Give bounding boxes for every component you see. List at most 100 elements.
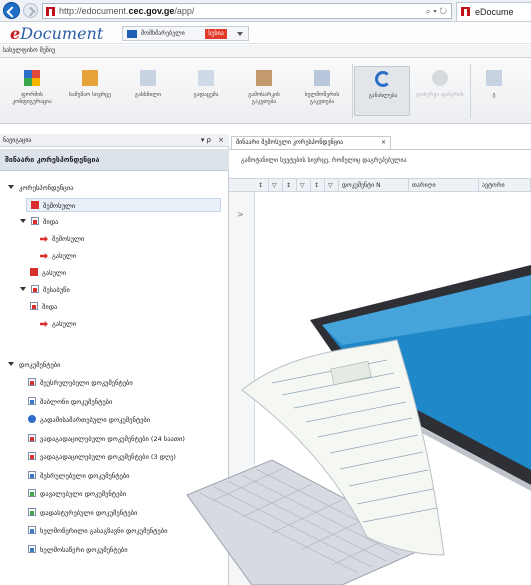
ribbon-button-8[interactable]: დახურვა ფანჯრის (412, 66, 468, 116)
session-badge: სესია (205, 29, 227, 39)
tree-incoming[interactable]: შემოსული (26, 198, 221, 212)
ribbon-button-label: გადაცემა (193, 92, 219, 98)
expand-triangle-icon[interactable] (20, 287, 26, 291)
column-header[interactable]: ▽ (325, 179, 339, 192)
pin-icon[interactable]: ▾ ρ (201, 134, 211, 147)
tree-internal[interactable]: შიდა (20, 215, 58, 229)
close-icon[interactable]: × (218, 134, 224, 147)
document-list-item[interactable]: გადამისამართებული დოკუმენტები (28, 413, 150, 427)
flag-icon (127, 30, 137, 38)
ribbon-button-1[interactable]: ფორმის კონფიგურაცია (4, 66, 60, 116)
expand-triangle-icon[interactable] (8, 362, 14, 366)
document-icon (30, 302, 38, 310)
column-header[interactable]: ↕ (255, 179, 269, 192)
back-button[interactable] (3, 2, 20, 19)
document-sign-icon (314, 70, 330, 86)
ribbon-button-label: გახსნილი (134, 92, 162, 98)
column-header[interactable]: თარიღი (409, 179, 479, 192)
chevron-down-icon (237, 32, 243, 36)
ribbon-button-label: გ (492, 92, 496, 98)
ribbon-button-3[interactable]: გახსნილი (120, 66, 176, 116)
document-list-item[interactable]: ვადაგადაცილებული დოკუმენტები (3 დღე) (28, 450, 176, 464)
tab-favicon-icon (461, 7, 470, 16)
address-bar[interactable]: http://edocument.cec.gov.ge/app/ ⌕ ▾ ↻ (42, 3, 452, 19)
group-hint: გამოტანილი სვეტების სივრცე, რომელიც დაგრ… (241, 157, 407, 164)
tree-internal-incoming[interactable]: შემოსული (40, 232, 84, 246)
document-list-item[interactable]: შაბლონი დოკუმენტები (28, 395, 112, 409)
document-list-label: ხელმოწერილი გასაგზავნი დოკუმენტები (40, 527, 168, 535)
document-list-label: შეუსრულებელი დოკუმენტები (40, 379, 133, 387)
ribbon-button-7[interactable]: განახლება (354, 66, 410, 116)
url-host: cec.gov.ge (128, 6, 175, 16)
document-list-label: ვადაგადაცილებული დოკუმენტები (24 საათი) (40, 434, 185, 443)
tree-branch-outgoing[interactable]: გასული (40, 317, 76, 331)
colored-squares-icon (24, 70, 40, 86)
url-prefix: http://edocument. (59, 6, 129, 16)
arrow-icon (40, 253, 48, 259)
user-dropdown[interactable]: მომხმარებელი სესია (122, 26, 249, 41)
document-list-label: შესრულებული დოკუმენტები (40, 471, 130, 480)
ribbon-separator (352, 64, 353, 118)
tree-item-label: დოკუმენტები (19, 361, 61, 369)
ribbon-button-4[interactable]: გადაცემა (178, 66, 234, 116)
document-icon (31, 217, 39, 225)
arrow-icon (40, 236, 48, 242)
document-list-label: ვადაგადაცილებული დოკუმენტები (3 დღე) (40, 453, 176, 461)
tree-documents[interactable]: დოკუმენტები (8, 358, 61, 372)
tree-item-label: გასული (52, 320, 77, 328)
column-header[interactable]: დოკუმენტი N (339, 179, 409, 192)
document-icon (28, 544, 36, 553)
edocument-illustration (186, 265, 531, 585)
forward-button[interactable] (23, 3, 38, 18)
document-icon (140, 70, 156, 86)
column-header[interactable]: ↕ (311, 179, 325, 192)
column-header[interactable]: ▽ (297, 179, 311, 192)
column-header[interactable]: ▽ (269, 179, 283, 192)
tree-internal-outgoing[interactable]: გასული (40, 249, 76, 263)
ribbon-button-9[interactable]: გ (466, 66, 522, 116)
column-header[interactable]: ↕ (283, 179, 297, 192)
incoming-icon (30, 268, 38, 276)
panel-title: შინაარი კორესპონდენცია (0, 149, 229, 171)
expand-triangle-icon[interactable] (8, 185, 14, 189)
address-tools-icon[interactable]: ⌕ ▾ ↻ (426, 4, 447, 18)
tab-divider (229, 149, 531, 150)
ribbon-button-label: სამუშაო სივრცე (69, 92, 111, 98)
browser-toolbar: http://edocument.cec.gov.ge/app/ ⌕ ▾ ↻ e… (0, 0, 531, 22)
document-list-item[interactable]: დადასტურებული დოკუმენტები (28, 506, 137, 520)
ribbon-button-6[interactable]: ხელმოწერის გაკეთება (294, 66, 350, 116)
incoming-icon (31, 201, 39, 209)
ribbon-button-5[interactable]: გამოსარკის გაკეთება (236, 66, 292, 116)
document-list-item[interactable]: ხელმოწერილი გასაგზავნი დოკუმენტები (28, 524, 167, 538)
tab-incoming-correspondence[interactable]: შინაარი შემოსული კორესპონდენცია × (231, 136, 391, 149)
tree-branch[interactable]: შესაბუწი (20, 283, 70, 297)
document-list-item[interactable]: შეუსრულებელი დოკუმენტები (28, 376, 133, 390)
document-list-item[interactable]: ვადაგადაცილებული დოკუმენტები (24 საათი) (28, 432, 185, 446)
close-window-icon (432, 70, 448, 86)
document-list-item[interactable]: შესრულებული დოკუმენტები (28, 469, 129, 483)
tree-outgoing[interactable]: გასული (30, 266, 66, 280)
tab-close-icon[interactable]: × (381, 137, 386, 149)
browser-tab[interactable]: eDocume (456, 2, 531, 21)
tree-branch-internal[interactable]: შიდა (30, 300, 57, 314)
tree-item-label: შიდა (43, 218, 59, 226)
column-header[interactable]: ავტორი (479, 179, 531, 192)
tree-correspondence[interactable]: კორესპონდენცია (8, 181, 74, 195)
tree-item-label: შიდა (42, 303, 58, 311)
chevron-right-icon[interactable]: > (237, 210, 244, 219)
menu-strip[interactable]: სახელფისო მენიუ (0, 45, 531, 58)
document-list-item[interactable]: დავალებული დოკუმენტები (28, 487, 126, 501)
tree-item-label: შესაბუწი (43, 286, 70, 294)
tab-label: შინაარი შემოსული კორესპონდენცია (236, 139, 344, 146)
ribbon-button-label: ხელმოწერის გაკეთება (304, 92, 340, 105)
expand-triangle-icon[interactable] (20, 219, 26, 223)
document-forward-icon (198, 70, 214, 86)
document-print-icon (256, 70, 272, 86)
document-icon (28, 433, 36, 442)
document-check-icon (28, 507, 36, 516)
ribbon-toolbar: ფორმის კონფიგურაცია სამუშაო სივრცე გახსნილ… (0, 58, 531, 124)
document-list-item[interactable]: ხელმოსაწერი დოკუმენტები (28, 543, 128, 557)
ribbon-button-2[interactable]: სამუშაო სივრცე (62, 66, 118, 116)
app-logo: eDocument (10, 24, 104, 43)
panel-header-label: ნავიგაცია (3, 137, 32, 144)
